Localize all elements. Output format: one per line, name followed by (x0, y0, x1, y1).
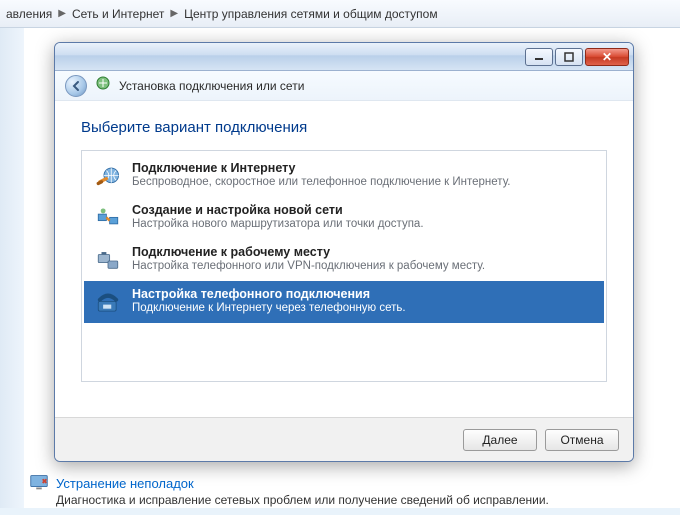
breadcrumb-part[interactable]: Сеть и Интернет (72, 7, 164, 21)
globe-icon (94, 163, 122, 191)
wizard-dialog: ✕ Установка подключения или сети Выберит… (54, 42, 634, 462)
next-button[interactable]: Далее (463, 429, 537, 451)
option-desc: Беспроводное, скоростное или телефонное … (132, 175, 511, 189)
option-desc: Настройка нового маршрутизатора или точк… (132, 217, 424, 231)
network-setup-icon (94, 205, 122, 233)
troubleshoot-description: Диагностика и исправление сетевых пробле… (56, 493, 549, 507)
troubleshoot-link-block: Устранение неполадок Диагностика и испра… (56, 476, 549, 507)
option-title: Настройка телефонного подключения (132, 287, 406, 301)
breadcrumb-part[interactable]: авления (6, 7, 52, 21)
phone-icon (94, 289, 122, 317)
option-new-network[interactable]: Создание и настройка новой сети Настройк… (84, 197, 604, 239)
breadcrumb-part[interactable]: Центр управления сетями и общим доступом (184, 7, 438, 21)
troubleshoot-link[interactable]: Устранение неполадок (56, 476, 549, 491)
option-internet[interactable]: Подключение к Интернету Беспроводное, ск… (84, 155, 604, 197)
wizard-title: Установка подключения или сети (119, 79, 304, 93)
option-desc: Подключение к Интернету через телефонную… (132, 301, 406, 315)
chevron-right-icon: ▶ (170, 8, 178, 19)
wizard-header: Установка подключения или сети (55, 71, 633, 101)
dialog-button-row: Далее Отмена (55, 417, 633, 461)
back-button[interactable] (65, 75, 87, 97)
troubleshoot-icon (28, 471, 50, 493)
briefcase-icon (94, 247, 122, 275)
option-desc: Настройка телефонного или VPN-подключени… (132, 259, 485, 273)
maximize-button[interactable] (555, 48, 583, 66)
option-workplace[interactable]: Подключение к рабочему месту Настройка т… (84, 239, 604, 281)
chevron-right-icon: ▶ (58, 8, 66, 19)
sidebar (0, 28, 24, 508)
minimize-button[interactable] (525, 48, 553, 66)
option-title: Подключение к Интернету (132, 161, 511, 175)
cancel-button[interactable]: Отмена (545, 429, 619, 451)
close-button[interactable]: ✕ (585, 48, 629, 66)
breadcrumb[interactable]: авления ▶ Сеть и Интернет ▶ Центр управл… (0, 0, 680, 28)
connection-options-list[interactable]: Подключение к Интернету Беспроводное, ск… (81, 150, 607, 382)
option-dialup[interactable]: Настройка телефонного подключения Подклю… (84, 281, 604, 323)
wizard-icon (95, 75, 111, 96)
titlebar[interactable]: ✕ (55, 43, 633, 71)
page-heading: Выберите вариант подключения (81, 119, 607, 136)
option-title: Создание и настройка новой сети (132, 203, 424, 217)
option-title: Подключение к рабочему месту (132, 245, 485, 259)
